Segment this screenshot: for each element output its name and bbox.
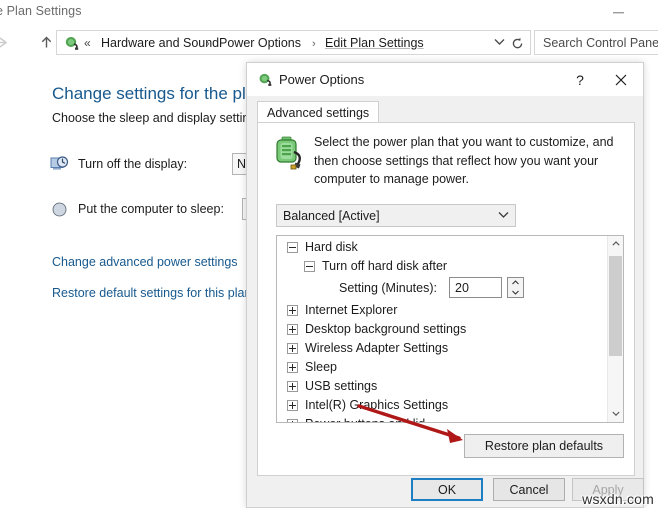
window-titlebar: e Plan Settings [0, 0, 658, 27]
power-options-icon [62, 34, 80, 52]
breadcrumb[interactable]: « Hardware and Sound › Power Options › E… [56, 30, 531, 55]
tree-item-sleep[interactable]: Sleep [277, 358, 607, 377]
breadcrumb-item-power-options[interactable]: Power Options [219, 35, 301, 52]
tree-item-power-buttons-and-lid[interactable]: Power buttons and lid [277, 415, 607, 422]
advanced-settings-tree[interactable]: Hard disk Turn off hard disk after Setti… [276, 235, 624, 423]
expand-icon[interactable] [287, 305, 298, 316]
watermark: wsxdn.com [582, 491, 654, 507]
search-input[interactable]: Search Control Panel [534, 30, 658, 55]
page-subtitle: Choose the sleep and display setting [52, 111, 257, 125]
collapse-icon[interactable] [287, 242, 298, 253]
tree-item-label: Sleep [305, 360, 337, 374]
display-timeout-value: N [237, 157, 247, 171]
battery-plug-icon [271, 135, 307, 173]
quantity-stepper[interactable] [507, 277, 524, 298]
close-icon[interactable] [608, 69, 634, 91]
tab-advanced-settings[interactable]: Advanced settings [257, 101, 380, 123]
display-clock-icon [50, 155, 69, 174]
power-plan-dropdown[interactable]: Balanced [Active] [276, 204, 516, 227]
dialog-description: Select the power plan that you want to c… [314, 135, 614, 186]
help-button[interactable]: ? [568, 69, 592, 91]
forward-arrow-icon[interactable] [0, 31, 16, 55]
tree-item-intel-graphics-settings[interactable]: Intel(R) Graphics Settings [277, 396, 607, 415]
breadcrumb-overflow[interactable]: « [84, 35, 91, 52]
stepper-up-icon[interactable] [508, 278, 523, 287]
scrollbar-thumb[interactable] [609, 256, 622, 356]
expand-icon[interactable] [287, 324, 298, 335]
tree-item-label: Power buttons and lid [305, 415, 425, 422]
tree-item-wireless-adapter-settings[interactable]: Wireless Adapter Settings [277, 339, 607, 358]
setting-minutes-input[interactable]: 20 [449, 277, 502, 298]
stepper-down-icon[interactable] [508, 288, 523, 297]
page-title: Change settings for the plan [52, 84, 265, 103]
setting-label: Turn off the display: [78, 157, 188, 171]
cancel-button[interactable]: Cancel [493, 478, 565, 501]
dialog-tab-panel: Select the power plan that you want to c… [257, 122, 635, 476]
tree-item-label: USB settings [305, 379, 378, 393]
tree-item-label: Intel(R) Graphics Settings [305, 398, 449, 412]
setting-label: Put the computer to sleep: [78, 202, 224, 216]
expand-icon[interactable] [287, 362, 298, 373]
setting-minutes-value: 20 [455, 281, 469, 295]
breadcrumb-separator: › [206, 38, 210, 50]
power-options-dialog: Power Options ? Advanced settings Select… [246, 62, 644, 508]
restore-plan-defaults-button[interactable]: Restore plan defaults [464, 434, 624, 458]
expand-icon[interactable] [287, 343, 298, 354]
expand-icon[interactable] [287, 419, 298, 422]
expand-icon[interactable] [287, 400, 298, 411]
power-plan-value: Balanced [Active] [283, 209, 380, 223]
search-placeholder: Search Control Panel [543, 36, 658, 50]
tree-item-label: Wireless Adapter Settings [305, 341, 449, 355]
breadcrumb-item-hardware-and-sound[interactable]: Hardware and Sound [101, 35, 219, 52]
expand-icon[interactable] [287, 381, 298, 392]
tree-scrollbar[interactable] [607, 236, 623, 422]
scroll-down-icon[interactable] [608, 406, 623, 422]
dialog-titlebar: Power Options ? [247, 63, 643, 96]
tree-item-label: Hard disk [305, 240, 358, 254]
link-restore-default-settings[interactable]: Restore default settings for this plan [52, 286, 251, 300]
tree-item-label: Desktop background settings [305, 322, 467, 336]
window-title: e Plan Settings [0, 4, 82, 18]
power-options-icon [256, 71, 273, 88]
tree-item-desktop-background-settings[interactable]: Desktop background settings [277, 320, 607, 339]
tree-item-label: Internet Explorer [305, 303, 398, 317]
breadcrumb-item-edit-plan-settings[interactable]: Edit Plan Settings [325, 35, 424, 52]
setting-minutes-row: Setting (Minutes): 20 [277, 276, 607, 301]
tree-item-hard-disk[interactable]: Hard disk [277, 238, 607, 257]
sleep-moon-icon [50, 200, 69, 219]
dialog-title: Power Options [279, 72, 365, 87]
refresh-icon[interactable] [508, 34, 527, 53]
link-change-advanced-power-settings[interactable]: Change advanced power settings [52, 255, 238, 269]
tree-item-internet-explorer[interactable]: Internet Explorer [277, 301, 607, 320]
dialog-tabstrip: Advanced settings [257, 101, 635, 123]
chevron-down-icon[interactable] [496, 208, 510, 224]
chevron-down-icon[interactable] [491, 35, 507, 52]
tree-item-turn-off-hard-disk-after[interactable]: Turn off hard disk after [277, 257, 607, 276]
scroll-up-icon[interactable] [608, 236, 623, 252]
minimize-button[interactable] [603, 2, 633, 24]
address-bar: « Hardware and Sound › Power Options › E… [0, 27, 658, 87]
ok-button[interactable]: OK [411, 478, 483, 501]
collapse-icon[interactable] [304, 261, 315, 272]
setting-minutes-label: Setting (Minutes): [339, 281, 437, 295]
breadcrumb-separator: › [312, 38, 316, 50]
tree-item-usb-settings[interactable]: USB settings [277, 377, 607, 396]
tree-item-label: Turn off hard disk after [322, 259, 448, 273]
